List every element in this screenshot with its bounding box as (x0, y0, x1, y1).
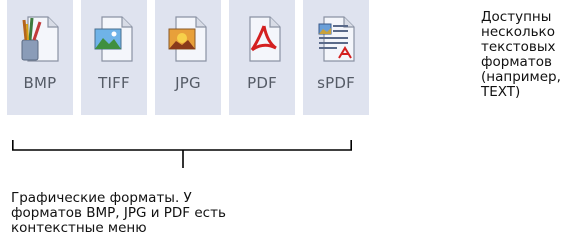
graphic-formats-note: Графические форматы. У форматов BMP, JPG… (11, 191, 331, 236)
note-line: текстовых (481, 39, 556, 55)
searchable-pdf-text-document-icon (318, 16, 355, 62)
landscape-image-document-icon (94, 16, 133, 62)
spdf-format-button[interactable]: sPDF (303, 0, 369, 115)
note-line: несколько (481, 24, 555, 40)
format-label: JPG (175, 74, 201, 92)
format-label: BMP (23, 74, 57, 92)
format-label: TIFF (98, 74, 130, 92)
format-label: sPDF (317, 74, 355, 92)
acrobat-pdf-document-icon (249, 16, 281, 62)
graphic-formats-bracket (12, 140, 353, 168)
pdf-format-button[interactable]: PDF (229, 0, 295, 115)
note-line: Графические форматы. У (11, 190, 192, 206)
paint-brushes-document-icon (21, 16, 59, 62)
jpg-format-button[interactable]: JPG (155, 0, 221, 115)
text-formats-note: Доступны несколько текстовых форматов (н… (481, 10, 587, 100)
note-line: форматов BMP, JPG и PDF есть (11, 205, 226, 221)
note-line: (например, (481, 69, 561, 85)
note-line: форматов (481, 54, 552, 70)
note-line: Доступны (481, 9, 552, 25)
note-line: контекстные меню (11, 220, 147, 236)
format-label: PDF (247, 74, 277, 92)
sunset-image-document-icon (168, 16, 207, 62)
tiff-format-button[interactable]: TIFF (81, 0, 147, 115)
note-line: TEXT) (481, 84, 521, 100)
bmp-format-button[interactable]: BMP (7, 0, 73, 115)
